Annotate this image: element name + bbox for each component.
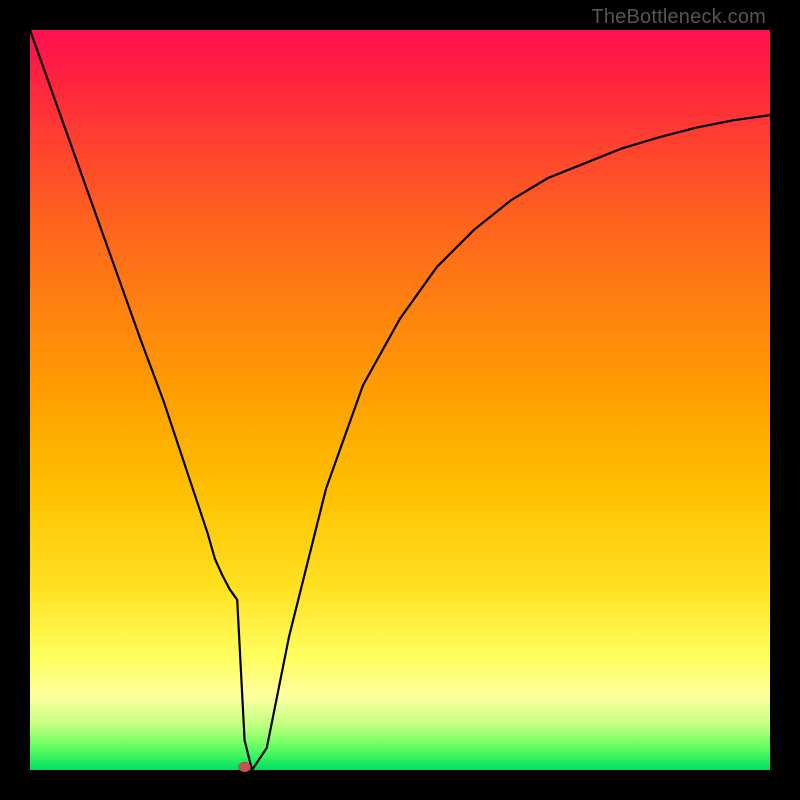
curve-svg xyxy=(30,30,770,770)
plot-area xyxy=(30,30,770,770)
chart-container: TheBottleneck.com xyxy=(0,0,800,800)
watermark-text: TheBottleneck.com xyxy=(591,6,766,29)
bottleneck-curve xyxy=(30,30,770,770)
minimum-marker xyxy=(239,762,251,772)
